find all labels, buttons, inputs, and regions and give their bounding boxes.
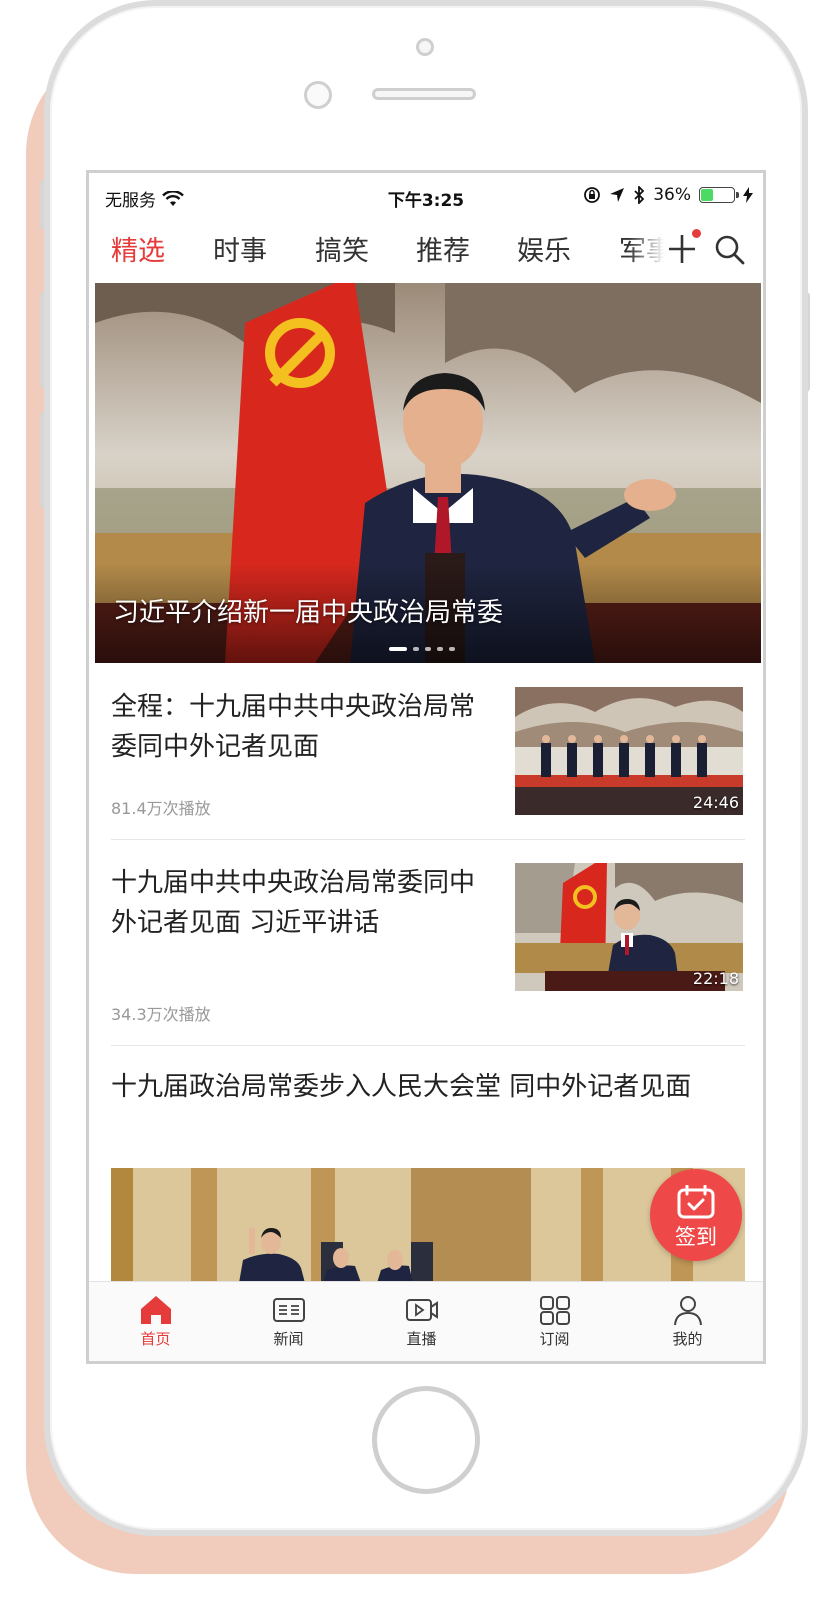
bottom-tab-label: 新闻 — [273, 1330, 304, 1348]
carousel-indicator — [389, 647, 455, 651]
tab-featured[interactable]: 精选 — [111, 229, 165, 268]
live-icon — [405, 1299, 438, 1321]
category-tabs: 精选 时事 搞笑 推荐 娱乐 军事 — [89, 221, 763, 277]
profile-icon — [673, 1296, 702, 1326]
bottom-tab-home[interactable]: 首页 — [89, 1282, 222, 1361]
search-icon[interactable] — [713, 233, 747, 267]
tab-funny[interactable]: 搞笑 — [315, 229, 369, 268]
bluetooth-icon — [634, 186, 645, 204]
bottom-tab-subscribe[interactable]: 订阅 — [488, 1282, 621, 1361]
front-camera — [304, 81, 332, 109]
carousel-dot — [449, 647, 455, 651]
carousel-dot — [389, 647, 407, 651]
list-divider — [111, 839, 745, 840]
rotation-lock-icon — [584, 187, 601, 203]
home-icon — [140, 1296, 171, 1324]
news-title: 全程：十九届中共中央政治局常委同中外记者见面 — [111, 692, 476, 762]
news-icon — [272, 1298, 305, 1322]
home-button[interactable] — [372, 1386, 480, 1494]
status-bar: 无服务 下午3:25 36% — [89, 173, 763, 221]
video-duration: 24:46 — [692, 793, 739, 812]
news-item[interactable]: 十九届中共中央政治局常委同中外记者见面 习近平讲话 34.3万次播放 22:18 — [111, 863, 745, 1033]
tab-current-affairs[interactable]: 时事 — [213, 229, 267, 268]
checkin-label: 签到 — [675, 1225, 717, 1249]
proximity-sensor — [416, 38, 434, 56]
bottom-tab-live[interactable]: 直播 — [355, 1282, 488, 1361]
battery-icon — [699, 187, 739, 203]
new-channel-badge — [692, 229, 701, 238]
list-divider — [111, 1045, 745, 1046]
news-title: 十九届政治局常委步入人民大会堂 同中外记者见面 — [111, 1072, 692, 1102]
carousel-dot — [425, 647, 431, 651]
subscribe-icon — [539, 1296, 570, 1325]
video-duration: 22:18 — [692, 969, 739, 988]
checkin-button[interactable]: 签到 — [650, 1169, 742, 1261]
charging-icon — [743, 187, 753, 203]
tab-entertainment[interactable]: 娱乐 — [517, 229, 571, 268]
hero-caption: 习近平介绍新一届中央政治局常委 — [113, 598, 504, 628]
bottom-tab-news[interactable]: 新闻 — [222, 1282, 355, 1361]
location-icon — [610, 188, 625, 202]
calendar-check-icon — [677, 1185, 715, 1219]
play-count: 34.3万次播放 — [111, 1005, 211, 1024]
play-count: 81.4万次播放 — [111, 799, 211, 818]
carousel-dot — [437, 647, 443, 651]
bottom-tab-label: 首页 — [140, 1330, 171, 1348]
battery-percent: 36% — [653, 185, 691, 205]
news-title: 十九届中共中央政治局常委同中外记者见面 习近平讲话 — [111, 868, 476, 938]
app-screen: 无服务 下午3:25 36% 精选 时事 搞笑 推荐 娱乐 习近平介绍新一届中央… — [86, 170, 766, 1364]
news-item[interactable]: 十九届政治局常委步入人民大会堂 同中外记者见面 — [111, 1067, 745, 1163]
battery-level — [701, 189, 713, 201]
hero-banner[interactable]: 习近平介绍新一届中央政治局常委 — [95, 283, 761, 663]
bottom-tab-profile[interactable]: 我的 — [621, 1282, 754, 1361]
earpiece-speaker — [372, 88, 476, 100]
tab-recommended[interactable]: 推荐 — [416, 229, 470, 268]
carousel-dot — [413, 647, 419, 651]
bottom-tab-label: 订阅 — [539, 1330, 570, 1348]
bottom-tab-label: 我的 — [672, 1330, 703, 1348]
bottom-tab-label: 直播 — [406, 1330, 437, 1348]
news-item[interactable]: 全程：十九届中共中央政治局常委同中外记者见面 81.4万次播放 24:46 — [111, 687, 745, 827]
video-thumbnail: 22:18 — [515, 863, 743, 991]
bottom-tab-bar: 首页 新闻 直播 订阅 我的 — [89, 1281, 763, 1361]
video-thumbnail: 24:46 — [515, 687, 743, 815]
